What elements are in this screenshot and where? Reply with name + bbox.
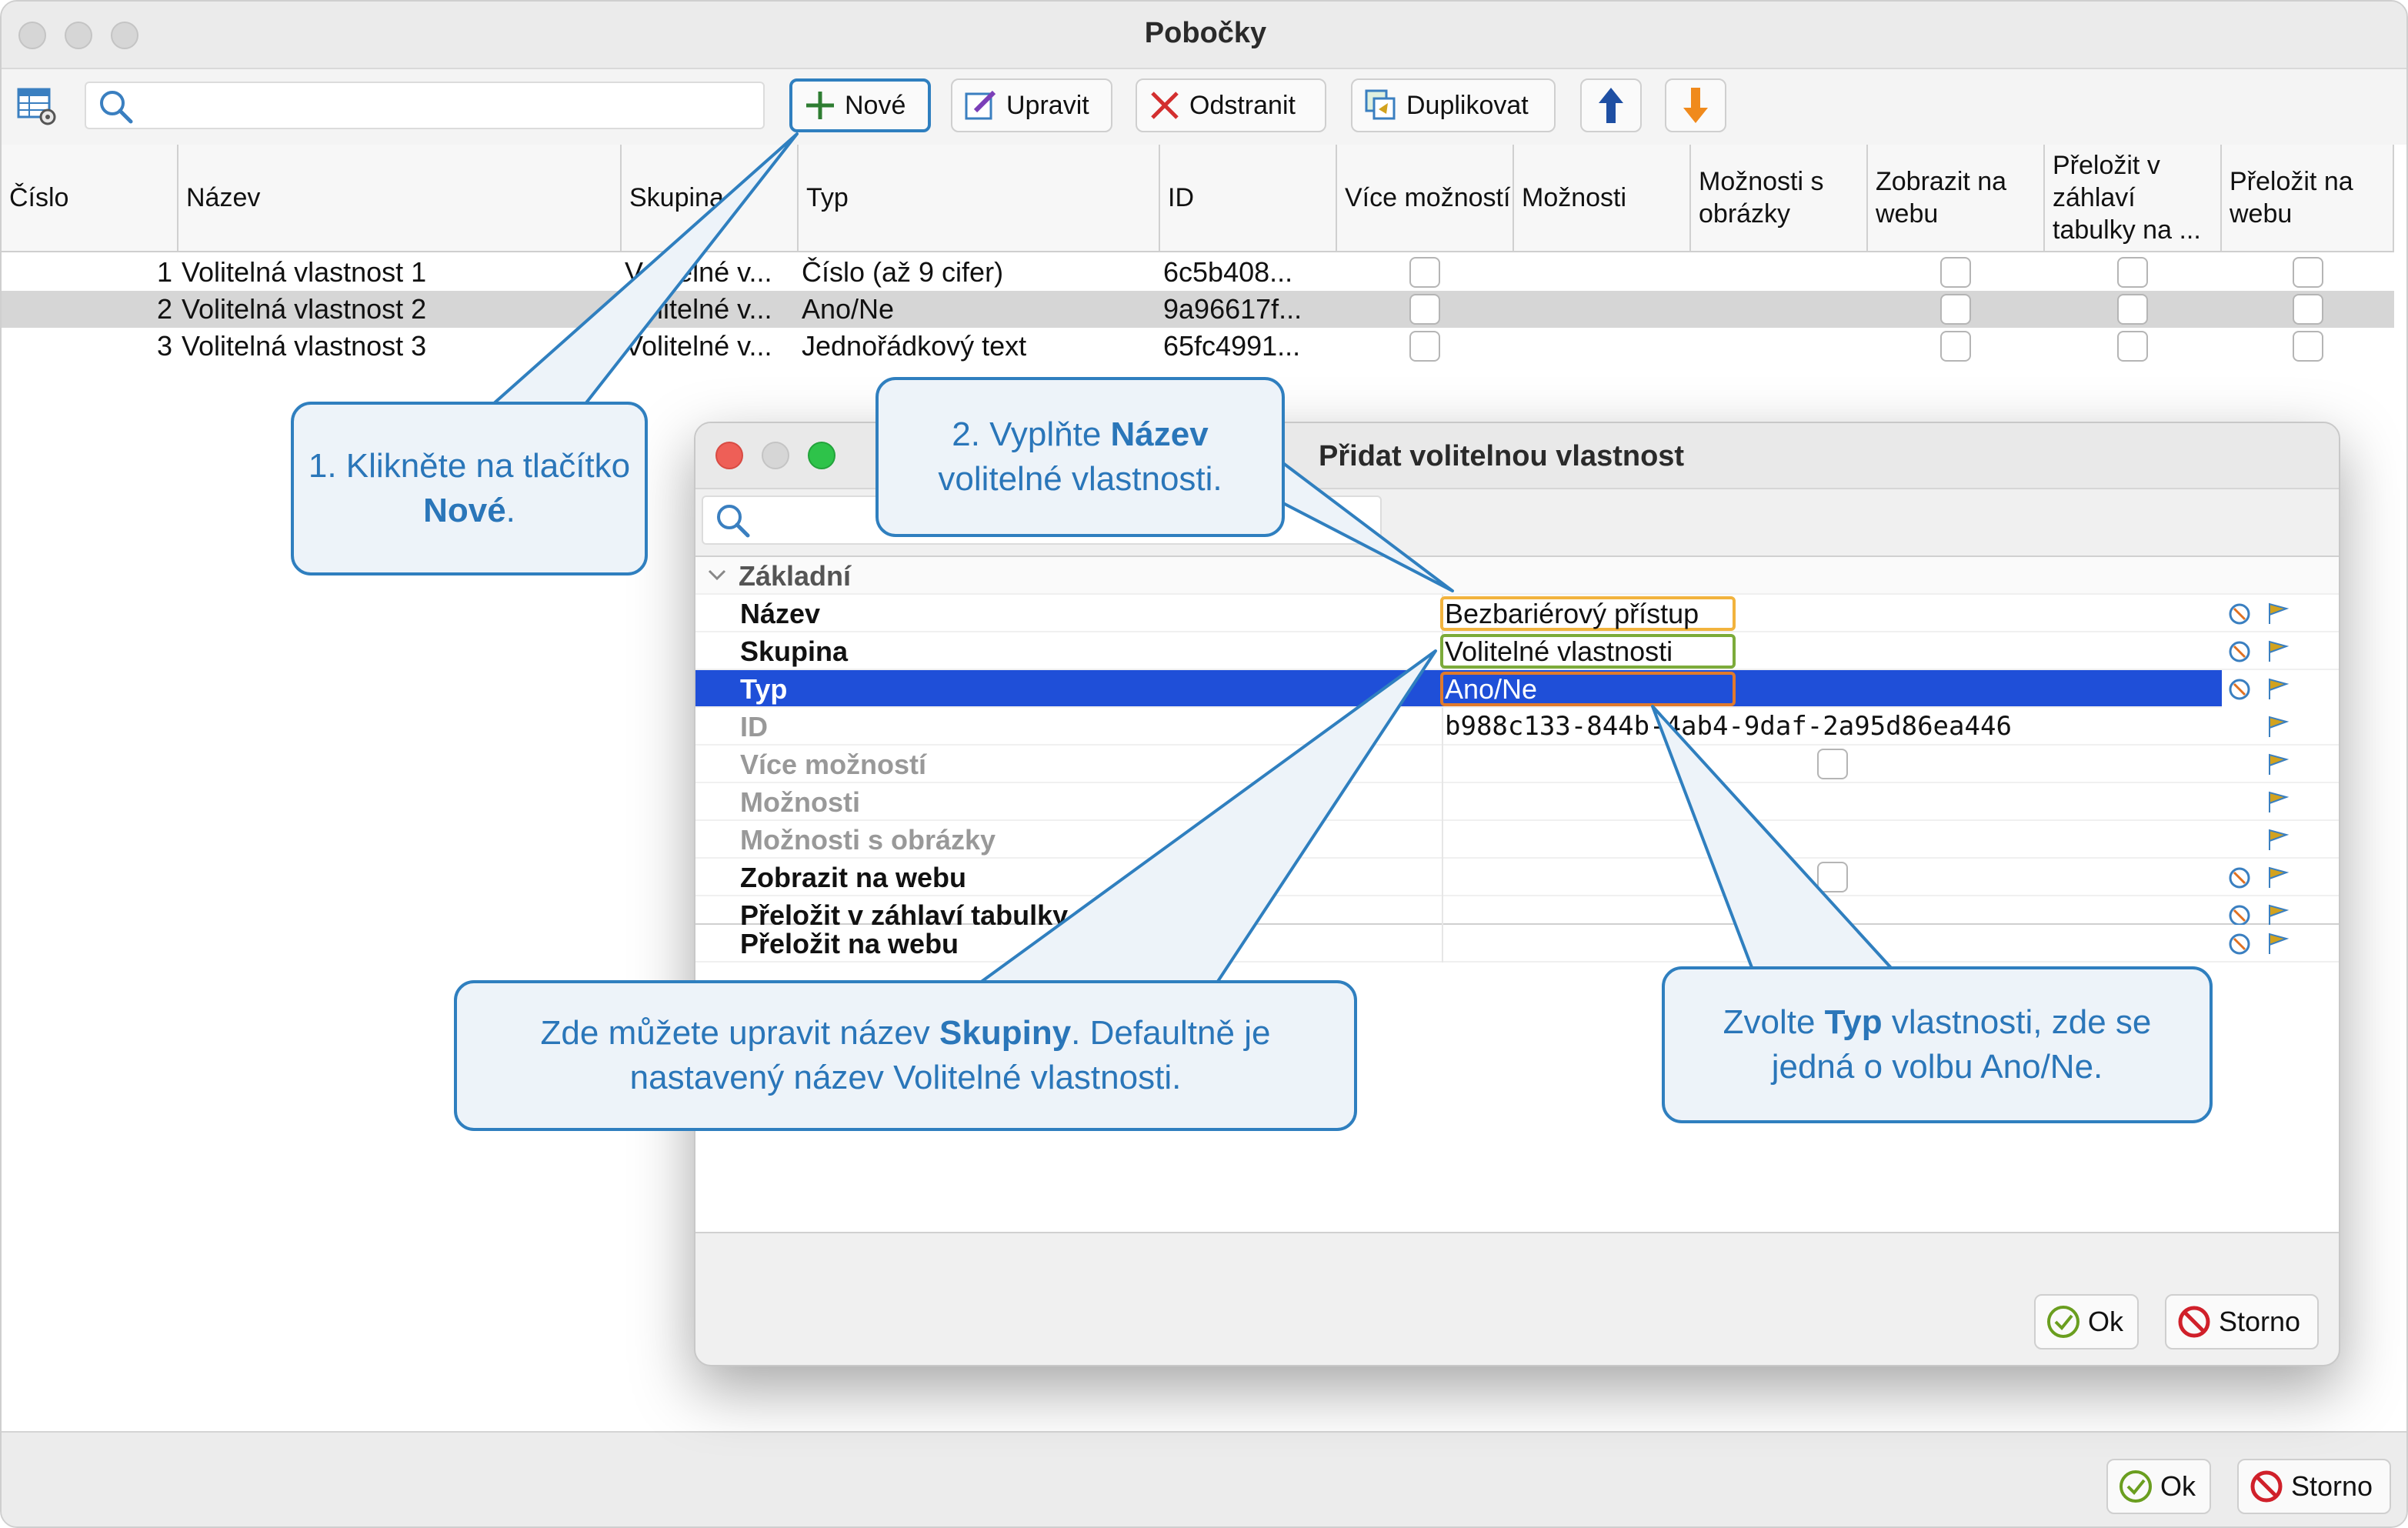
callout-step-1: 1. Klikněte na tlačítko Nové.: [291, 402, 648, 576]
callout-step-2: 2. Vyplňte Název volitelné vlastnosti.: [875, 377, 1285, 537]
callout-group: Zde můžete upravit název Skupiny. Defaul…: [454, 980, 1357, 1131]
callout-pointers: [491, 132, 1894, 986]
callout-type: Zvolte Typ vlastnosti, zde se jedná o vo…: [1662, 966, 2213, 1123]
